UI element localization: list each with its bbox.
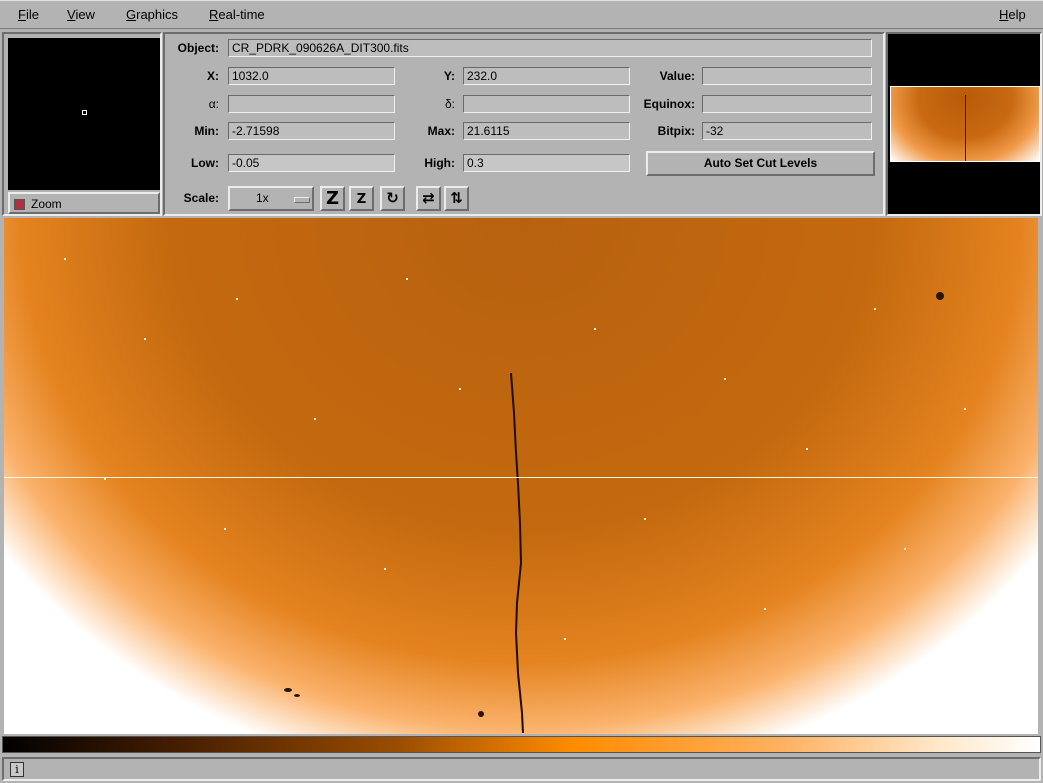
delta-label: δ: xyxy=(444,97,455,111)
image-blob xyxy=(284,688,292,692)
menu-graphics[interactable]: Graphics xyxy=(126,7,178,22)
image-blob xyxy=(478,711,484,717)
image-speck xyxy=(874,308,876,310)
image-crack-artifact xyxy=(510,373,524,733)
image-speck xyxy=(964,408,966,410)
cursor-horizontal-line xyxy=(4,477,1038,478)
flip-y-icon: ⇅ xyxy=(450,189,463,207)
bitpix-field[interactable]: -32 xyxy=(702,122,872,140)
info-icon[interactable]: i xyxy=(10,762,24,777)
menu-help[interactable]: Help xyxy=(999,7,1026,22)
menu-view[interactable]: View xyxy=(67,7,95,22)
object-field[interactable]: CR_PDRK_090626A_DIT300.fits xyxy=(228,39,872,57)
zoom-in-icon: Z xyxy=(325,188,340,209)
image-blob xyxy=(936,292,944,300)
zoom-panel: Zoom xyxy=(2,32,162,216)
menu-graphics-label: raphics xyxy=(136,7,179,22)
image-speck xyxy=(406,278,408,280)
equinox-label: Equinox: xyxy=(643,97,695,111)
image-speck xyxy=(64,258,66,260)
image-speck xyxy=(904,548,906,550)
scale-select[interactable]: 1x xyxy=(228,186,314,211)
pan-thumbnail[interactable] xyxy=(890,86,1040,162)
menu-help-mnemonic: H xyxy=(999,7,1009,22)
zoom-in-button[interactable]: Z xyxy=(320,186,345,211)
image-speck xyxy=(236,298,238,300)
bitpix-label: Bitpix: xyxy=(657,124,695,138)
menu-view-label: iew xyxy=(75,7,95,22)
menu-graphics-mnemonic: G xyxy=(126,7,137,22)
info-panel: Object: CR_PDRK_090626A_DIT300.fits X: 1… xyxy=(163,32,885,216)
x-label: X: xyxy=(207,69,219,83)
high-field[interactable]: 0.3 xyxy=(463,154,630,172)
scale-value: 1x xyxy=(256,191,269,205)
status-bar: i xyxy=(2,757,1041,781)
min-field[interactable]: -2.71598 xyxy=(228,122,395,140)
zoom-checkbox[interactable] xyxy=(14,199,25,210)
max-label: Max: xyxy=(427,124,455,138)
delta-field[interactable] xyxy=(463,95,630,113)
y-field[interactable]: 232.0 xyxy=(463,67,630,85)
menu-realtime-label: eal-time xyxy=(218,7,265,22)
image-speck xyxy=(224,528,226,530)
value-label: Value: xyxy=(659,69,695,83)
image-speck xyxy=(459,388,461,390)
image-display[interactable] xyxy=(4,218,1038,734)
object-label: Object: xyxy=(177,41,219,55)
x-field[interactable]: 1032.0 xyxy=(228,67,395,85)
image-speck xyxy=(314,418,316,420)
rotate-icon: ↻ xyxy=(386,189,399,207)
image-speck xyxy=(564,638,566,640)
alpha-label: α: xyxy=(208,97,219,111)
low-field[interactable]: -0.05 xyxy=(228,154,395,172)
image-speck xyxy=(144,338,146,340)
zoom-out-icon: Z xyxy=(356,192,367,207)
option-menu-indicator-icon xyxy=(294,197,310,203)
zoom-label: Zoom xyxy=(31,197,62,211)
alpha-field[interactable] xyxy=(228,95,395,113)
image-speck xyxy=(724,378,726,380)
image-speck xyxy=(764,608,766,610)
high-label: High: xyxy=(424,156,455,170)
zoom-view[interactable] xyxy=(8,38,160,190)
zoom-cursor-marker xyxy=(82,110,87,115)
image-speck xyxy=(644,518,646,520)
pan-panel[interactable] xyxy=(886,32,1042,216)
y-label: Y: xyxy=(443,69,455,83)
value-field[interactable] xyxy=(702,67,872,85)
menu-realtime-mnemonic: R xyxy=(209,7,219,22)
menu-help-label: elp xyxy=(1008,7,1026,22)
min-label: Min: xyxy=(194,124,219,138)
scale-label: Scale: xyxy=(183,191,219,205)
auto-set-cut-levels-button[interactable]: Auto Set Cut Levels xyxy=(646,151,875,176)
rotate-button[interactable]: ↻ xyxy=(380,186,405,211)
flip-x-button[interactable]: ⇄ xyxy=(416,186,441,211)
colormap-bar[interactable] xyxy=(2,736,1041,753)
image-speck xyxy=(806,448,808,450)
menu-bar: File View Graphics Real-time Help xyxy=(0,0,1043,29)
menu-file[interactable]: File xyxy=(18,7,39,22)
flip-x-icon: ⇄ xyxy=(422,189,435,207)
menu-file-mnemonic: F xyxy=(18,7,26,22)
image-speck xyxy=(384,568,386,570)
image-speck xyxy=(594,328,596,330)
low-label: Low: xyxy=(191,156,219,170)
menu-file-label: ile xyxy=(25,7,39,22)
image-blob xyxy=(294,694,300,697)
pan-thumbnail-artifact xyxy=(965,95,966,161)
flip-y-button[interactable]: ⇅ xyxy=(444,186,469,211)
zoom-out-button[interactable]: Z xyxy=(349,186,374,211)
zoom-toggle[interactable]: Zoom xyxy=(8,192,160,214)
menu-realtime[interactable]: Real-time xyxy=(209,7,265,22)
equinox-field[interactable] xyxy=(702,95,872,113)
image-speck xyxy=(104,478,106,480)
max-field[interactable]: 21.6115 xyxy=(463,122,630,140)
